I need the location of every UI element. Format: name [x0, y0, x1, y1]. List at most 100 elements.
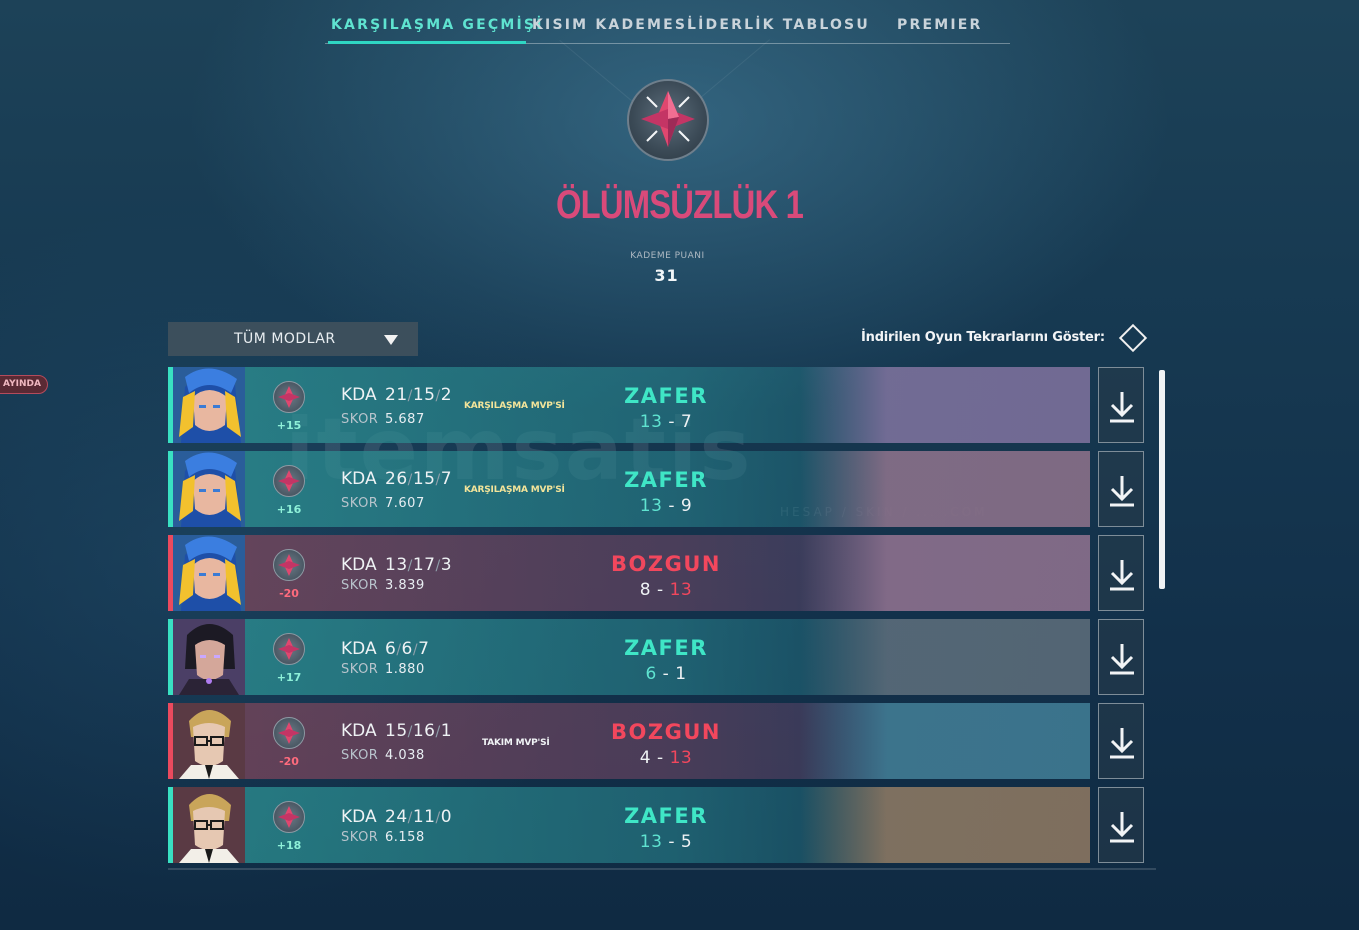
enemy-rounds: 9: [680, 496, 693, 516]
map-thumbnail: [800, 787, 1090, 863]
download-icon: [1110, 560, 1134, 591]
kills: 26: [385, 469, 408, 489]
tab-premier[interactable]: PREMIER: [897, 17, 983, 33]
download-icon: [1110, 476, 1134, 507]
match-result: ZAFER: [624, 384, 708, 408]
chevron-down-icon: [384, 335, 398, 345]
map-thumbnail: [800, 535, 1090, 611]
team-rounds: 6: [645, 664, 657, 684]
match-row[interactable]: -20 KDA 13/17/3 SKOR 3.839 BOZGUN 8 - 13: [168, 535, 1090, 611]
round-score: 6 - 1: [645, 664, 687, 684]
rank-rating-change: +15: [276, 419, 302, 432]
download-replay-button[interactable]: [1098, 535, 1144, 611]
kda-label: KDA: [341, 721, 377, 741]
rank-points-label: KADEME PUANI: [630, 251, 705, 261]
rank-rating-change: +18: [276, 839, 302, 852]
score-label: SKOR: [341, 748, 379, 763]
match-row[interactable]: +15 KDA 21/15/2 SKOR 5.687 KARŞILAŞMA MVP'Sİ Z…: [168, 367, 1090, 443]
download-icon: [1110, 392, 1134, 423]
round-score: 13 - 9: [639, 496, 693, 516]
match-row[interactable]: -20 KDA 15/16/1 SKOR 4.038 TAKIM MVP'Sİ BOZGUN…: [168, 703, 1090, 779]
mvp-badge: KARŞILAŞMA MVP'Sİ: [464, 485, 565, 495]
assists: 3: [440, 555, 453, 575]
match-row[interactable]: +17 KDA 6/6/7 SKOR 1.880 ZAFER 6 - 1: [168, 619, 1090, 695]
rank-rating-change: +16: [276, 503, 302, 516]
kda-value: 21/15/2: [385, 385, 453, 405]
replay-toggle-checkbox[interactable]: [1118, 323, 1148, 353]
rank-rating-change: -20: [279, 755, 299, 768]
kills: 15: [385, 721, 408, 741]
score-value: 7.607: [385, 496, 425, 511]
rank-rating-change: -20: [279, 587, 299, 600]
score-value: 1.880: [385, 662, 425, 677]
match-result: BOZGUN: [611, 552, 721, 576]
match-row[interactable]: +18 KDA 24/11/0 SKOR 6.158 ZAFER 13 - 5: [168, 787, 1090, 863]
score-label: SKOR: [341, 412, 379, 427]
assists: 1: [440, 721, 453, 741]
deaths: 15: [412, 385, 436, 405]
tab-act-rank[interactable]: KISIM KADEMESİ: [532, 17, 695, 33]
deaths: 6: [401, 639, 413, 659]
kda-label: KDA: [341, 385, 377, 405]
download-replay-button[interactable]: [1098, 367, 1144, 443]
score-value: 5.687: [385, 412, 425, 427]
download-replay-button[interactable]: [1098, 451, 1144, 527]
kills: 21: [385, 385, 408, 405]
kills: 13: [385, 555, 408, 575]
score-value: 6.158: [385, 830, 425, 845]
deaths: 11: [412, 807, 436, 827]
score-value: 3.839: [385, 578, 425, 593]
rank-rating-change: +17: [276, 671, 302, 684]
deaths: 15: [412, 469, 436, 489]
download-icon: [1110, 728, 1134, 759]
enemy-rounds: 1: [675, 664, 687, 684]
score-label: SKOR: [341, 496, 379, 511]
match-result: ZAFER: [624, 804, 708, 828]
rank-mini-icon: [273, 381, 305, 413]
download-replay-button[interactable]: [1098, 619, 1144, 695]
match-row[interactable]: +16 KDA 26/15/7 SKOR 7.607 KARŞILAŞMA MVP'Sİ Z…: [168, 451, 1090, 527]
round-score: 4 - 13: [639, 748, 693, 768]
map-thumbnail: [800, 451, 1090, 527]
agent-portrait: [173, 787, 245, 863]
top-nav: KARŞILAŞMA GEÇMİŞİ KISIM KADEMESİ LİDERL…: [325, 0, 1010, 44]
rank-mini-icon: [273, 717, 305, 749]
assists: 7: [418, 639, 430, 659]
rank-name: ÖLÜMSÜZLÜK 1: [555, 183, 804, 227]
agent-portrait: [173, 703, 245, 779]
download-icon: [1110, 812, 1134, 843]
match-result: ZAFER: [624, 636, 708, 660]
rank-mini-icon: [273, 549, 305, 581]
tab-match-history[interactable]: KARŞILAŞMA GEÇMİŞİ: [331, 17, 544, 33]
match-result: ZAFER: [624, 468, 708, 492]
download-replay-button[interactable]: [1098, 703, 1144, 779]
kda-value: 6/6/7: [385, 639, 430, 659]
enemy-rounds: 13: [669, 580, 693, 600]
agent-portrait: [173, 451, 245, 527]
download-icon: [1110, 644, 1134, 675]
download-replay-button[interactable]: [1098, 787, 1144, 863]
assists: 2: [440, 385, 453, 405]
live-badge[interactable]: AYINDA: [0, 375, 48, 394]
mvp-badge: TAKIM MVP'Sİ: [482, 738, 550, 748]
score-label: SKOR: [341, 662, 379, 677]
agent-portrait: [173, 535, 245, 611]
rank-points-value: 31: [654, 266, 679, 285]
map-thumbnail: [800, 367, 1090, 443]
score-label: SKOR: [341, 830, 379, 845]
downloaded-replays-label: İndirilen Oyun Tekrarlarını Göster:: [861, 330, 1105, 345]
team-rounds: 4: [639, 748, 652, 768]
kda-value: 24/11/0: [385, 807, 453, 827]
mode-filter-label: TÜM MODLAR: [234, 331, 336, 347]
scrollbar[interactable]: [1159, 370, 1165, 589]
active-tab-indicator: [328, 41, 526, 44]
kda-value: 15/16/1: [385, 721, 453, 741]
round-score: 13 - 5: [639, 832, 693, 852]
tab-leaderboard[interactable]: LİDERLİK TABLOSU: [687, 17, 870, 33]
mode-filter-dropdown[interactable]: TÜM MODLAR: [168, 322, 418, 356]
agent-portrait: [173, 619, 245, 695]
mvp-badge: KARŞILAŞMA MVP'Sİ: [464, 401, 565, 411]
round-score: 8 - 13: [639, 580, 693, 600]
team-rounds: 13: [639, 832, 663, 852]
agent-portrait: [173, 367, 245, 443]
